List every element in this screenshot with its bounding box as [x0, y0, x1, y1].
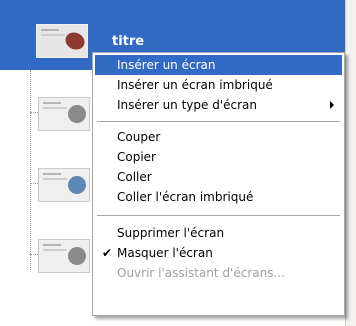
menu-item-delete-screen[interactable]: Supprimer l'écran [95, 223, 342, 243]
menu-item-hide-screen[interactable]: ✔ Masquer l'écran [95, 243, 342, 263]
menu-item-paste[interactable]: Coller [95, 167, 342, 187]
camera-thumbnail-icon[interactable] [38, 97, 90, 131]
menu-separator [97, 215, 340, 216]
globe-thumbnail-icon[interactable] [38, 168, 90, 202]
panel-scrollbar-edge[interactable] [345, 0, 356, 326]
menu-item-copy[interactable]: Copier [95, 147, 342, 167]
menu-item-insert-nested-screen[interactable]: Insérer un écran imbriqué [95, 75, 342, 95]
car-thumbnail-icon[interactable] [36, 24, 88, 58]
tree-connector [30, 70, 31, 270]
clock-thumbnail-icon[interactable] [38, 239, 90, 273]
submenu-arrow-icon [330, 101, 334, 109]
menu-item-insert-screen[interactable]: Insérer un écran [95, 55, 342, 75]
context-menu: Insérer un écran Insérer un écran imbriq… [92, 52, 345, 316]
menu-item-insert-screen-type[interactable]: Insérer un type d'écran [95, 95, 342, 115]
menu-item-paste-nested-screen[interactable]: Coller l'écran imbriqué [95, 187, 342, 207]
checkmark-icon: ✔ [102, 246, 113, 260]
menu-item-cut[interactable]: Couper [95, 127, 342, 147]
menu-separator [97, 121, 340, 122]
selected-item-title[interactable]: titre [112, 34, 144, 49]
menu-item-open-screen-wizard: Ouvrir l'assistant d'écrans... [117, 266, 285, 280]
